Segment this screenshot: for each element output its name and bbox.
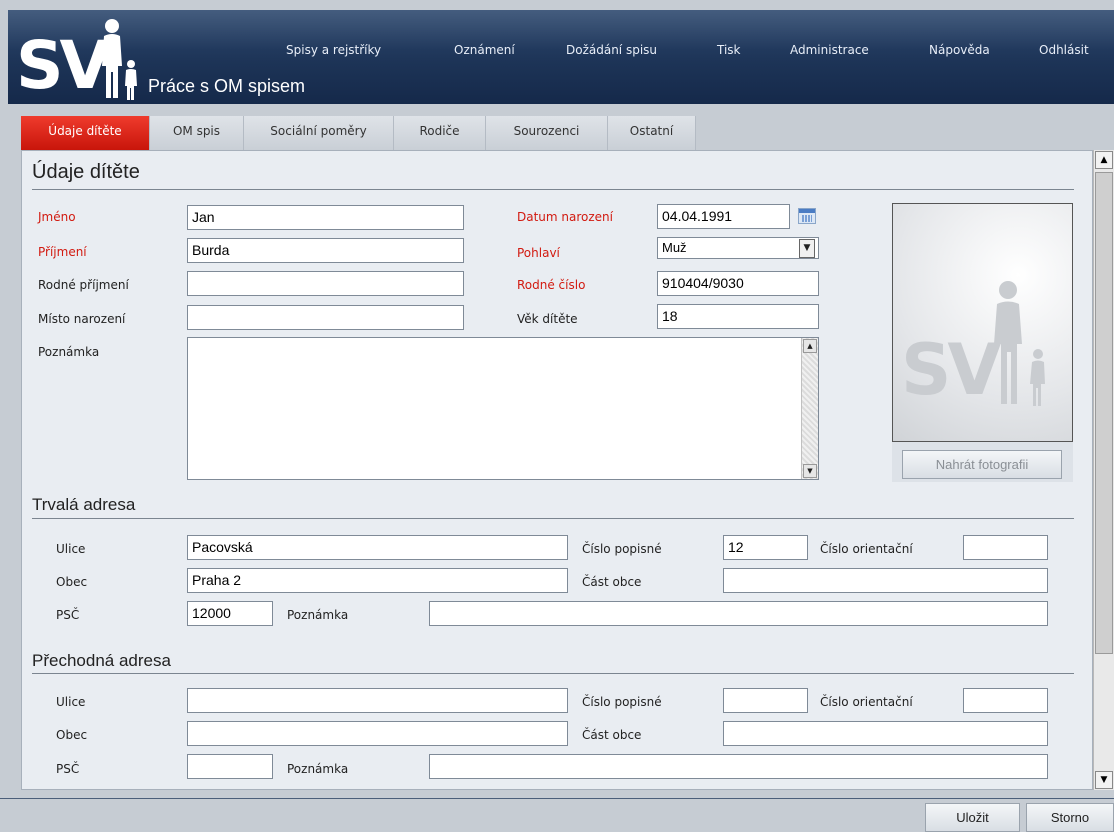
upload-photo-button[interactable]: Nahrát fotografii	[902, 450, 1062, 479]
label-psc: PSČ	[56, 608, 80, 622]
scroll-up-icon[interactable]: ▲	[803, 339, 817, 353]
prechodna-psc-field[interactable]	[187, 754, 273, 779]
trvala-cislo-popisne-field[interactable]: 12	[723, 535, 808, 560]
label-vek: Věk dítěte	[517, 312, 578, 326]
top-navigation: Spisy a rejstříky Oznámení Dožádání spis…	[8, 43, 1114, 63]
label-ulice: Ulice	[56, 695, 86, 709]
section-title-prechodna: Přechodná adresa	[32, 651, 171, 670]
datum-narozeni-field[interactable]: 04.04.1991	[657, 204, 790, 229]
section-title-trvala: Trvalá adresa	[32, 495, 136, 514]
photo-watermark-icon: SV	[901, 281, 1045, 411]
poznamka-textarea[interactable]	[187, 337, 819, 480]
trvala-cislo-orientacni-field[interactable]	[963, 535, 1048, 560]
page-scrollbar[interactable]: ▲ ▼	[1093, 150, 1114, 790]
tab-om-spis[interactable]: OM spis	[150, 116, 244, 150]
label-pohlavi: Pohlaví	[517, 246, 560, 260]
tab-ostatni[interactable]: Ostatní	[608, 116, 696, 150]
cancel-button[interactable]: Storno	[1026, 803, 1114, 832]
svg-text:SV: SV	[901, 329, 1001, 411]
scroll-down-icon[interactable]: ▼	[1095, 771, 1113, 789]
label-datum-narozeni: Datum narození	[517, 210, 613, 224]
label-cast-obce: Část obce	[582, 728, 642, 742]
tab-udaje-ditete[interactable]: Údaje dítěte	[21, 116, 150, 150]
nav-napoveda[interactable]: Nápověda	[929, 43, 990, 57]
tab-socialni-pomery[interactable]: Sociální poměry	[244, 116, 394, 150]
label-rodne-prijmeni: Rodné příjmení	[38, 278, 129, 292]
nav-tisk[interactable]: Tisk	[717, 43, 741, 57]
chevron-down-icon[interactable]: ▼	[799, 239, 815, 258]
save-button[interactable]: Uložit	[925, 803, 1020, 832]
svg-text:SV: SV	[16, 27, 111, 102]
trvala-cast-obce-field[interactable]	[723, 568, 1048, 593]
label-cislo-popisne: Číslo popisné	[582, 695, 662, 709]
nav-spisy[interactable]: Spisy a rejstříky	[286, 43, 381, 57]
vek-field[interactable]: 18	[657, 304, 819, 329]
prechodna-poznamka-field[interactable]	[429, 754, 1048, 779]
section-divider	[32, 189, 1074, 190]
nav-odhlasit[interactable]: Odhlásit	[1039, 43, 1089, 57]
prechodna-cast-obce-field[interactable]	[723, 721, 1048, 746]
prechodna-obec-field[interactable]	[187, 721, 568, 746]
tab-rodice[interactable]: Rodiče	[394, 116, 486, 150]
label-poznamka: Poznámka	[287, 608, 349, 622]
label-psc: PSČ	[56, 762, 80, 776]
scroll-up-icon[interactable]: ▲	[1095, 151, 1113, 169]
pohlavi-select[interactable]: Muž	[657, 237, 819, 259]
scrollbar-thumb[interactable]	[1095, 172, 1113, 654]
label-prijmeni: Příjmení	[38, 245, 87, 259]
label-cislo-popisne: Číslo popisné	[582, 542, 662, 556]
label-cislo-orientacni: Číslo orientační	[820, 542, 913, 556]
rodne-cislo-field[interactable]: 910404/9030	[657, 271, 819, 296]
rodne-prijmeni-field[interactable]	[187, 271, 464, 296]
scroll-down-icon[interactable]: ▼	[803, 464, 817, 478]
page-title: Práce s OM spisem	[148, 76, 306, 96]
calendar-icon[interactable]	[798, 208, 816, 224]
tab-bar: Údaje dítěte OM spis Sociální poměry Rod…	[21, 116, 696, 150]
nav-administrace[interactable]: Administrace	[790, 43, 869, 57]
label-obec: Obec	[56, 728, 88, 742]
prechodna-cislo-popisne-field[interactable]	[723, 688, 808, 713]
trvala-obec-field[interactable]: Praha 2	[187, 568, 568, 593]
tab-sourozenci[interactable]: Sourozenci	[486, 116, 608, 150]
trvala-ulice-field[interactable]: Pacovská	[187, 535, 568, 560]
nav-oznameni[interactable]: Oznámení	[454, 43, 515, 57]
label-ulice: Ulice	[56, 542, 86, 556]
app-header: SV Práce s OM spisem Spisy a rejstříky O…	[8, 10, 1114, 104]
photo-placeholder: SV	[892, 203, 1073, 442]
label-misto-narozeni: Místo narození	[38, 312, 126, 326]
prijmeni-field[interactable]: Burda	[187, 238, 464, 263]
label-poznamka: Poznámka	[38, 345, 100, 359]
jmeno-field[interactable]: Jan	[187, 205, 464, 230]
textarea-scrollbar[interactable]: ▲ ▼	[801, 338, 818, 479]
section-divider	[32, 518, 1074, 519]
misto-narozeni-field[interactable]	[187, 305, 464, 330]
form-panel: Údaje dítěte Jméno Jan Příjmení Burda Ro…	[21, 150, 1093, 790]
nav-dozadani[interactable]: Dožádání spisu	[566, 43, 657, 57]
label-jmeno: Jméno	[38, 210, 76, 224]
section-title-child: Údaje dítěte	[32, 161, 140, 183]
prechodna-ulice-field[interactable]	[187, 688, 568, 713]
section-divider	[32, 673, 1074, 674]
prechodna-cislo-orientacni-field[interactable]	[963, 688, 1048, 713]
label-rodne-cislo: Rodné číslo	[517, 278, 586, 292]
trvala-psc-field[interactable]: 12000	[187, 601, 273, 626]
trvala-poznamka-field[interactable]	[429, 601, 1048, 626]
label-cast-obce: Část obce	[582, 575, 642, 589]
label-poznamka: Poznámka	[287, 762, 349, 776]
label-cislo-orientacni: Číslo orientační	[820, 695, 913, 709]
label-obec: Obec	[56, 575, 88, 589]
